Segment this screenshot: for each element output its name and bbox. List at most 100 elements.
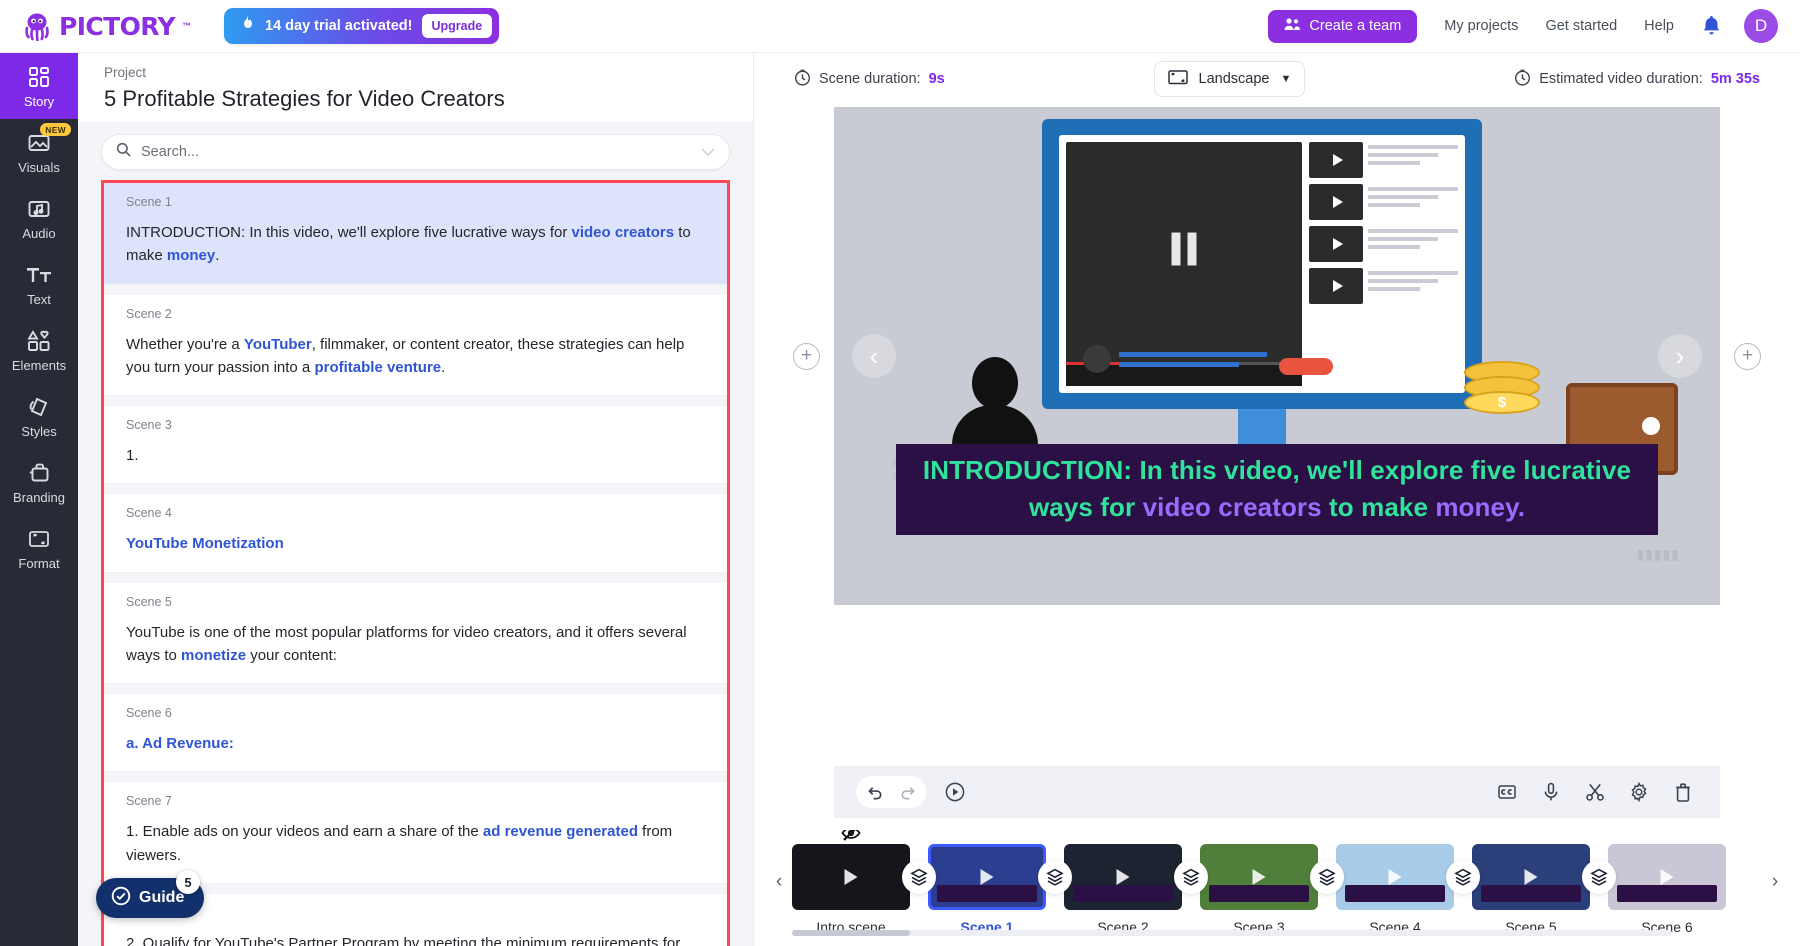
timeline-item[interactable]: Scene 6 (1608, 844, 1726, 935)
scene-card[interactable]: Scene 1INTRODUCTION: In this video, we'l… (104, 183, 727, 285)
scene-duration: Scene duration: 9s (794, 69, 945, 90)
scene-text[interactable]: YouTube Monetization (126, 532, 705, 555)
transition-button[interactable] (1038, 860, 1072, 894)
video-caption-overlay[interactable]: INTRODUCTION: In this video, we'll explo… (896, 444, 1658, 535)
gear-icon[interactable] (1624, 777, 1654, 807)
redo-icon[interactable] (892, 777, 922, 807)
timeline-scrollbar[interactable] (792, 930, 1672, 936)
undo-icon[interactable] (860, 777, 890, 807)
user-avatar[interactable]: D (1744, 9, 1778, 43)
scene-card[interactable]: Scene 7 1. Enable ads on your videos and … (104, 782, 727, 884)
scene-list[interactable]: Scene 1INTRODUCTION: In this video, we'l… (101, 180, 730, 946)
layers-icon (1318, 868, 1336, 886)
timeline-item[interactable]: Intro scene (792, 844, 910, 935)
scene-card[interactable]: Scene 6a. Ad Revenue: (104, 694, 727, 772)
create-team-button[interactable]: Create a team (1268, 10, 1417, 43)
pause-icon (1172, 233, 1197, 266)
rail-item-text[interactable]: Text (0, 251, 78, 317)
scene-thumbnail[interactable] (1064, 844, 1182, 910)
microphone-icon[interactable] (1536, 777, 1566, 807)
play-overlay-icon (1525, 869, 1538, 885)
clock-icon (794, 69, 811, 90)
nav-help[interactable]: Help (1644, 18, 1674, 34)
upgrade-button[interactable]: Upgrade (422, 14, 493, 38)
pictory-logo[interactable]: PICTORY™ (22, 11, 197, 41)
scene-text[interactable]: 1. (126, 444, 705, 467)
rail-item-story[interactable]: Story (0, 53, 78, 119)
add-scene-right-button[interactable]: + (1734, 343, 1761, 370)
scene-thumbnail[interactable] (1200, 844, 1318, 910)
transition-button[interactable] (1446, 860, 1480, 894)
player-toolbar (834, 766, 1720, 818)
scene-card[interactable]: Scene 4YouTube Monetization (104, 494, 727, 572)
video-preview[interactable]: $ 1574699864 ▮▮▮▮▮ ‹ › INTRODUCTION: In … (834, 107, 1720, 605)
previous-scene-arrow[interactable]: ‹ (852, 334, 896, 378)
rail-item-styles[interactable]: Styles (0, 383, 78, 449)
scene-card[interactable]: Scene 5YouTube is one of the most popula… (104, 583, 727, 685)
search-clear-icon[interactable] (701, 143, 715, 161)
scene-thumbnail[interactable] (792, 844, 910, 910)
rail-item-elements[interactable]: Elements (0, 317, 78, 383)
notification-bell-icon[interactable] (1702, 16, 1721, 36)
search-container (78, 122, 753, 180)
rail-label-audio: Audio (22, 226, 55, 241)
scene-text[interactable]: a. Ad Revenue: (126, 732, 705, 755)
scene-thumbnail[interactable] (1608, 844, 1726, 910)
play-icon[interactable] (940, 777, 970, 807)
timeline-prev-arrow[interactable]: ‹ (766, 871, 792, 893)
closed-caption-icon[interactable] (1492, 777, 1522, 807)
project-kicker: Project (104, 65, 727, 80)
coin: $ (1464, 391, 1540, 414)
scene-duration-value: 9s (929, 71, 945, 87)
timeline-item[interactable]: Scene 1 (928, 844, 1046, 935)
scene-card[interactable]: Scene 31. (104, 406, 727, 484)
scene-thumbnail[interactable] (1336, 844, 1454, 910)
next-scene-arrow[interactable]: › (1658, 334, 1702, 378)
timeline-track[interactable]: Intro sceneScene 1Scene 2Scene 3Scene 4S… (792, 830, 1762, 935)
play-overlay-icon (1389, 869, 1402, 885)
play-thumb-icon (1309, 184, 1363, 220)
avatar-illustration (1083, 345, 1111, 373)
transition-button[interactable] (1582, 860, 1616, 894)
scene-text[interactable]: INTRODUCTION: In this video, we'll explo… (126, 221, 705, 268)
check-circle-icon (111, 886, 131, 911)
timeline-item[interactable]: Scene 5 (1472, 844, 1590, 935)
scene-text[interactable]: Whether you're a YouTuber, filmmaker, or… (126, 333, 705, 380)
rail-item-visuals[interactable]: NEW Visuals (0, 119, 78, 185)
nav-my-projects[interactable]: My projects (1444, 18, 1518, 34)
search-input[interactable] (141, 144, 691, 160)
project-header: Project 5 Profitable Strategies for Vide… (78, 53, 753, 122)
rail-item-audio[interactable]: Audio (0, 185, 78, 251)
layers-icon (1182, 868, 1200, 886)
rail-label-branding: Branding (13, 490, 65, 505)
scene-thumbnail[interactable] (928, 844, 1046, 910)
nav-get-started[interactable]: Get started (1545, 18, 1617, 34)
subscribe-button-illustration (1279, 358, 1333, 375)
scene-card[interactable]: Scene 2Whether you're a YouTuber, filmma… (104, 295, 727, 397)
transition-button[interactable] (1310, 860, 1344, 894)
scene-script-panel: Project 5 Profitable Strategies for Vide… (78, 53, 753, 946)
trash-icon[interactable] (1668, 777, 1698, 807)
scene-text[interactable]: 2. Qualify for YouTube's Partner Program… (126, 932, 705, 946)
rail-item-branding[interactable]: Branding (0, 449, 78, 515)
layers-icon (1454, 868, 1472, 886)
rail-item-format[interactable]: Format (0, 515, 78, 581)
timeline-item[interactable]: Scene 4 (1336, 844, 1454, 935)
timeline-next-arrow[interactable]: › (1762, 871, 1788, 893)
transition-button[interactable] (902, 860, 936, 894)
play-thumb-icon (1309, 142, 1363, 178)
scene-thumbnail[interactable] (1472, 844, 1590, 910)
search-box[interactable] (101, 134, 730, 170)
scene-number: Scene 7 (126, 794, 705, 808)
timeline-item[interactable]: Scene 2 (1064, 844, 1182, 935)
aspect-ratio-select[interactable]: Landscape ▼ (1154, 61, 1306, 97)
scene-text[interactable]: YouTube is one of the most popular platf… (126, 621, 705, 668)
play-overlay-icon (1253, 869, 1266, 885)
octopus-icon (22, 11, 52, 41)
add-scene-left-button[interactable]: + (793, 343, 820, 370)
scissors-icon[interactable] (1580, 777, 1610, 807)
play-overlay-icon (1117, 869, 1130, 885)
transition-button[interactable] (1174, 860, 1208, 894)
scene-text[interactable]: 1. Enable ads on your videos and earn a … (126, 820, 705, 867)
timeline-item[interactable]: Scene 3 (1200, 844, 1318, 935)
